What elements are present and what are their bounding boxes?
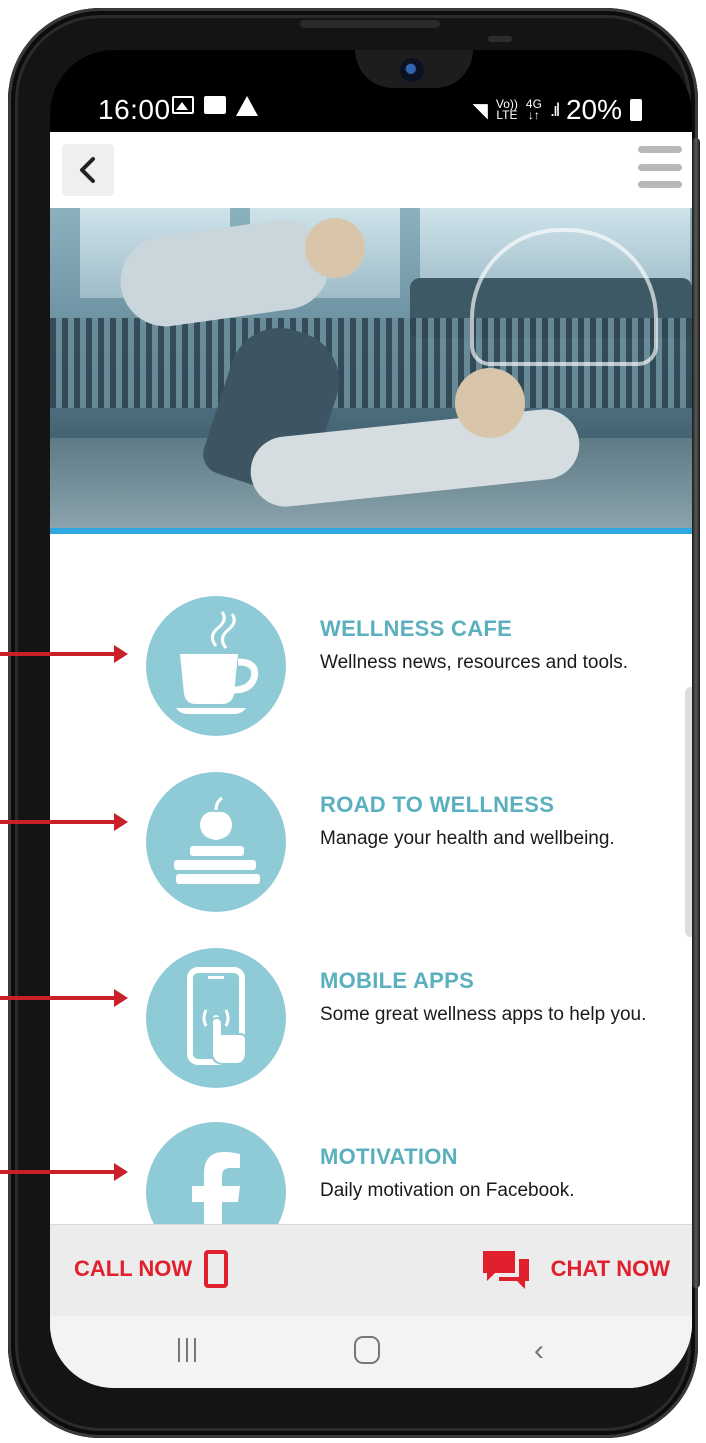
item-description: Daily motivation on Facebook. xyxy=(320,1180,575,1201)
annotation-arrow xyxy=(0,645,128,663)
earpiece-speaker xyxy=(300,20,440,28)
app-content: WELLNESS CAFE Wellness news, resources a… xyxy=(50,132,692,1388)
phone-side-rim xyxy=(692,138,700,1288)
notification-icons xyxy=(172,96,258,116)
network-indicator: 4G ↓↑ xyxy=(526,98,542,122)
battery-icon xyxy=(630,99,642,121)
recent-apps-icon[interactable] xyxy=(178,1338,196,1362)
item-description: Wellness news, resources and tools. xyxy=(320,652,629,673)
chat-bubbles-icon xyxy=(482,1251,529,1289)
warning-icon xyxy=(236,96,258,116)
chat-now-button[interactable]: CHAT NOW xyxy=(481,1247,670,1291)
call-now-label: CALL NOW xyxy=(74,1256,193,1281)
battery-percent: 20% xyxy=(565,94,622,125)
item-description: Some great wellness apps to help you. xyxy=(320,1004,647,1025)
top-bar xyxy=(50,132,692,208)
gallery-icon xyxy=(172,96,194,114)
phone-tap-icon xyxy=(146,948,286,1088)
wifi-mute-icon: ◥ xyxy=(472,99,488,122)
nav-back-icon[interactable]: ‹ xyxy=(534,1334,544,1368)
item-title: ROAD TO WELLNESS xyxy=(320,792,555,817)
item-title: MOTIVATION xyxy=(320,1144,458,1169)
annotation-arrow xyxy=(0,989,128,1007)
side-scroll-tab[interactable] xyxy=(685,687,692,937)
coffee-cup-icon xyxy=(146,596,286,736)
annotation-arrow xyxy=(0,813,128,831)
menu-list: WELLNESS CAFE Wellness news, resources a… xyxy=(50,534,692,1262)
android-nav-bar: ‹ xyxy=(50,1316,692,1388)
calendar-icon xyxy=(204,96,226,114)
item-description: Manage your health and wellbeing. xyxy=(320,828,615,849)
mobile-phone-icon xyxy=(204,1250,229,1288)
chat-now-label: CHAT NOW xyxy=(550,1256,670,1281)
hero-image xyxy=(50,208,692,528)
volte-indicator: Vo)) LTE xyxy=(496,98,518,122)
home-icon[interactable] xyxy=(354,1336,380,1364)
bottom-action-bar: CALL NOW CHAT NOW xyxy=(50,1224,692,1317)
apple-books-icon xyxy=(146,772,286,912)
status-bar: 16:00 ◥ Vo)) LTE 4G ↓↑ .ıl 20% xyxy=(50,50,692,130)
lte-label: LTE xyxy=(496,108,518,122)
call-now-button[interactable]: CALL NOW xyxy=(74,1250,229,1288)
chevron-left-icon xyxy=(80,157,95,183)
status-time: 16:00 xyxy=(98,94,171,125)
signal-bars-icon: .ıl xyxy=(549,99,560,120)
data-activity-icon: ↓↑ xyxy=(527,108,540,122)
status-indicators: ◥ Vo)) LTE 4G ↓↑ .ıl 20% xyxy=(473,94,642,126)
hamburger-menu-icon[interactable] xyxy=(638,146,682,188)
phone-frame: 16:00 ◥ Vo)) LTE 4G ↓↑ .ıl 20% WELLNESS … xyxy=(8,8,700,1438)
back-button[interactable] xyxy=(62,144,114,196)
item-title: WELLNESS CAFE xyxy=(320,616,513,641)
phone-screen: 16:00 ◥ Vo)) LTE 4G ↓↑ .ıl 20% WELLNESS … xyxy=(50,50,692,1388)
item-title: MOBILE APPS xyxy=(320,968,475,993)
annotation-arrow xyxy=(0,1163,128,1181)
proximity-sensor xyxy=(488,36,512,42)
